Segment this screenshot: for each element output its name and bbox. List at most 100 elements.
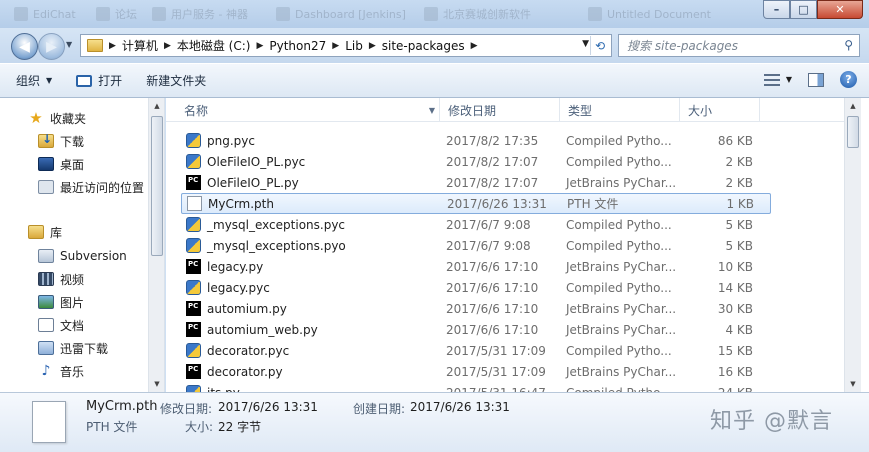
forward-button[interactable]: ▶: [38, 33, 65, 60]
background-tab[interactable]: 用户服务 - 神器: [152, 4, 248, 24]
breadcrumb-lib[interactable]: Lib: [345, 39, 363, 53]
nav-item-desktop[interactable]: 桌面: [38, 154, 84, 174]
nav-label: 图片: [60, 295, 85, 310]
column-header-type[interactable]: 类型: [560, 98, 680, 122]
downloads-folder-icon: [38, 132, 54, 148]
search-icon[interactable]: ⚲: [844, 38, 853, 52]
file-type: PTH 文件: [567, 197, 619, 211]
address-bar[interactable]: ▶ 计算机 ▶ 本地磁盘 (C:) ▶ Python27 ▶ Lib ▶ sit…: [80, 34, 612, 57]
recent-pages-dropdown[interactable]: ▼: [66, 40, 76, 50]
help-icon[interactable]: ?: [840, 71, 857, 88]
nav-item-favorites[interactable]: ★ 收藏夹: [28, 108, 86, 128]
file-icon: [186, 280, 201, 295]
breadcrumb-separator[interactable]: ▶: [164, 41, 171, 51]
file-name: OleFileIO_PL.pyc: [207, 154, 306, 169]
breadcrumb-computer[interactable]: 计算机: [122, 37, 158, 54]
file-name-cell: decorator.py: [186, 364, 283, 379]
file-row[interactable]: decorator.pyc 2017/5/31 17:09 Compiled Pyt…: [181, 340, 771, 361]
nav-item-xunlei[interactable]: 迅雷下载: [38, 338, 108, 358]
nav-item-videos[interactable]: 视频: [38, 269, 84, 289]
file-row[interactable]: OleFileIO_PL.pyc 2017/8/2 17:07 Compiled P…: [181, 151, 771, 172]
address-history-dropdown[interactable]: ▼: [582, 39, 589, 49]
scroll-down-icon[interactable]: ▼: [845, 376, 861, 392]
open-button[interactable]: 打开: [76, 72, 122, 89]
file-row[interactable]: its.py2017/5/31 16:47Compiled Pytho...24…: [181, 382, 771, 392]
nav-item-subversion[interactable]: Subversion: [38, 246, 127, 266]
nav-item-libraries[interactable]: 库: [28, 222, 62, 242]
file-row[interactable]: _mysql_exceptions.pyo 2017/6/7 9:08 Compil…: [181, 235, 771, 256]
file-row[interactable]: OleFileIO_PL.py 2017/8/2 17:07 JetBrains P…: [181, 172, 771, 193]
search-input[interactable]: 搜索 site-packages ⚲: [618, 34, 860, 57]
file-date: 2017/6/26 13:31: [447, 196, 547, 211]
background-tab[interactable]: 北京赛城创新软件: [424, 4, 531, 24]
scroll-up-icon[interactable]: ▲: [845, 98, 861, 114]
file-row[interactable]: legacy.py 2017/6/6 17:10 JetBrains PyChar.…: [181, 256, 771, 277]
nav-scrollbar[interactable]: ▲ ▼: [148, 98, 164, 392]
breadcrumb-separator[interactable]: ▶: [332, 41, 339, 51]
file-size: 2 KB: [725, 175, 753, 190]
maximize-button[interactable]: □: [790, 0, 817, 19]
refresh-icon[interactable]: ⟲: [590, 36, 609, 55]
file-name-cell: legacy.pyc: [186, 280, 270, 295]
breadcrumb-drive-c[interactable]: 本地磁盘 (C:): [177, 37, 251, 54]
column-header-row: 名称 ▼ 修改日期 ^ 类型 大小: [166, 98, 846, 122]
file-size: 86 KB: [717, 133, 753, 148]
nav-item-documents[interactable]: 文档: [38, 315, 84, 335]
breadcrumb-site-packages[interactable]: site-packages: [382, 39, 465, 53]
close-button[interactable]: ✕: [817, 0, 863, 19]
tab-icon: [96, 7, 110, 21]
column-label: 名称: [184, 103, 209, 118]
scroll-thumb[interactable]: [847, 116, 859, 148]
tab-label: 论坛: [115, 8, 137, 21]
preview-pane-icon[interactable]: [808, 72, 824, 87]
file-row[interactable]: _mysql_exceptions.pyc 2017/6/7 9:08 Compil…: [181, 214, 771, 235]
file-row[interactable]: MyCrm.pth 2017/6/26 13:31 PTH 文件 1 KB: [181, 193, 771, 214]
nav-item-pictures[interactable]: 图片: [38, 292, 84, 312]
search-placeholder: 搜索 site-packages: [627, 39, 738, 53]
breadcrumb-separator[interactable]: ▶: [471, 41, 478, 51]
file-type: Compiled Pytho...: [566, 343, 672, 358]
back-button[interactable]: ◀: [11, 33, 38, 60]
scroll-up-icon[interactable]: ▲: [149, 98, 164, 114]
new-folder-button[interactable]: 新建文件夹: [146, 72, 206, 89]
scroll-thumb[interactable]: [151, 116, 163, 256]
column-header-date[interactable]: 修改日期 ^: [440, 98, 560, 122]
window-controls: – □ ✕: [763, 0, 863, 19]
file-icon: [186, 343, 201, 358]
background-tab[interactable]: Dashboard [Jenkins]: [276, 4, 406, 24]
breadcrumb-separator[interactable]: ▶: [256, 41, 263, 51]
file-row[interactable]: legacy.pyc 2017/6/6 17:10 Compiled Pytho..…: [181, 277, 771, 298]
column-header-name[interactable]: 名称 ▼: [176, 98, 440, 122]
file-type: JetBrains PyChar...: [566, 175, 677, 190]
chevron-down-icon[interactable]: ▼: [429, 106, 435, 115]
minimize-button[interactable]: –: [763, 0, 790, 19]
nav-label: 下载: [60, 134, 85, 149]
file-thumbnail-icon: [32, 401, 66, 443]
nav-item-downloads[interactable]: 下载: [38, 131, 84, 151]
chevron-down-icon[interactable]: ▼: [786, 75, 792, 84]
background-tab[interactable]: EdiChat: [14, 4, 76, 24]
nav-item-music[interactable]: ♪ 音乐: [38, 361, 84, 381]
view-controls: ▼ ?: [763, 71, 857, 88]
file-name-cell: automium_web.py: [186, 322, 318, 337]
tab-label: 北京赛城创新软件: [443, 8, 531, 21]
change-view-icon[interactable]: [763, 73, 780, 86]
breadcrumb-python27[interactable]: Python27: [269, 39, 326, 53]
file-size: 10 KB: [717, 259, 753, 274]
background-tab[interactable]: Untitled Document: [588, 4, 711, 24]
breadcrumb-separator[interactable]: ▶: [369, 41, 376, 51]
file-row[interactable]: decorator.py 2017/5/31 17:09 JetBrains PyC…: [181, 361, 771, 382]
column-header-size[interactable]: 大小: [680, 98, 760, 122]
file-name: OleFileIO_PL.py: [207, 175, 299, 190]
file-list-scrollbar[interactable]: ▲ ▼: [844, 98, 861, 392]
scroll-down-icon[interactable]: ▼: [149, 376, 164, 392]
organize-menu[interactable]: 组织 ▼: [16, 72, 52, 89]
file-row[interactable]: automium.py 2017/6/6 17:10 JetBrains PyCha…: [181, 298, 771, 319]
nav-item-recent[interactable]: 最近访问的位置: [38, 177, 144, 197]
breadcrumb: ▶ 计算机 ▶ 本地磁盘 (C:) ▶ Python27 ▶ Lib ▶ sit…: [109, 37, 478, 54]
file-date: 2017/6/6 17:10: [446, 280, 539, 295]
file-row[interactable]: automium_web.py 2017/6/6 17:10 JetBrains P…: [181, 319, 771, 340]
file-icon: [186, 238, 201, 253]
background-tab[interactable]: 论坛: [96, 4, 137, 24]
file-row[interactable]: png.pyc 2017/8/2 17:35 Compiled Pytho... 86…: [181, 130, 771, 151]
